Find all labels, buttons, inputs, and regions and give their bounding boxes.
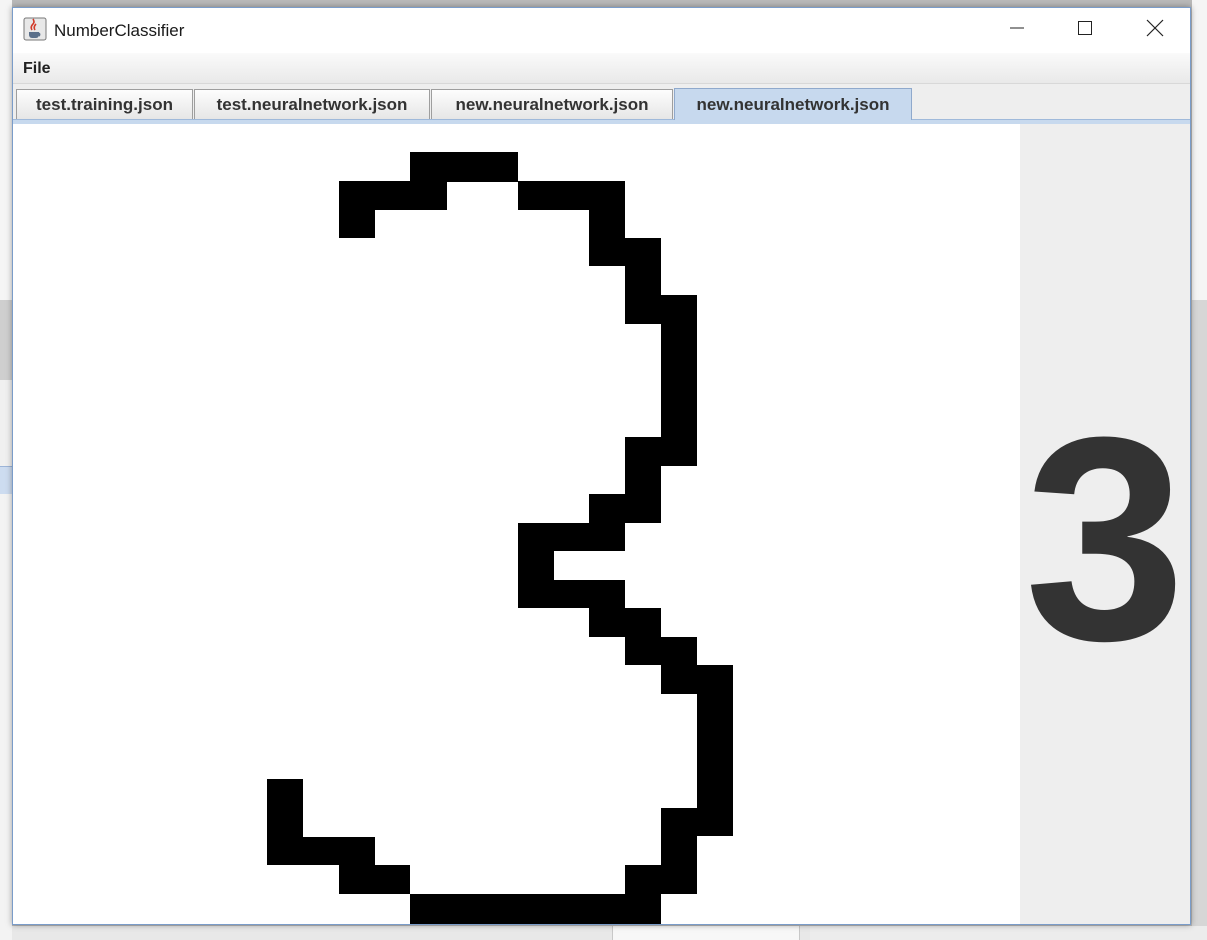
tab-label: new.neuralnetwork.json: [455, 94, 649, 114]
tab-strip: test.training.json test.neuralnetwork.js…: [13, 84, 1190, 124]
background-window-left-panel: [0, 300, 12, 380]
predicted-digit: 3: [1024, 377, 1186, 701]
drawing-canvas[interactable]: [13, 124, 1020, 924]
background-window-left-area: [0, 380, 12, 470]
app-window: NumberClassifier File test.training.json…: [12, 7, 1191, 925]
tab-test-neuralnetwork[interactable]: test.neuralnetwork.json: [194, 89, 430, 119]
minimize-icon: [1009, 20, 1025, 41]
menu-file[interactable]: File: [23, 60, 51, 78]
title-bar[interactable]: NumberClassifier: [13, 8, 1190, 53]
maximize-button[interactable]: [1051, 8, 1119, 53]
tab-label: new.neuralnetwork.json: [696, 94, 890, 114]
tab-test-training[interactable]: test.training.json: [16, 89, 193, 119]
menu-bar: File: [13, 53, 1190, 84]
tab-new-neuralnetwork-2[interactable]: new.neuralnetwork.json: [674, 88, 912, 120]
java-coffee-cup-icon: [23, 17, 47, 41]
minimize-button[interactable]: [983, 8, 1051, 53]
close-icon: [1146, 19, 1164, 42]
background-window-left-lower: [0, 494, 12, 940]
maximize-icon: [1077, 20, 1093, 41]
tab-label: test.training.json: [36, 94, 173, 114]
tab-label: test.neuralnetwork.json: [216, 94, 408, 114]
window-title: NumberClassifier: [54, 21, 185, 40]
background-window-bottom-right: [810, 926, 1207, 940]
background-window-bottom-box: [612, 926, 800, 940]
background-window-right: [1192, 0, 1207, 300]
close-button[interactable]: [1121, 8, 1189, 53]
background-window-left-selection: [0, 466, 12, 496]
pixel-digit-drawing: [267, 152, 733, 924]
tab-content: 3: [13, 124, 1190, 924]
background-window-left: [0, 0, 12, 300]
prediction-panel: 3: [1020, 124, 1190, 924]
tab-new-neuralnetwork-1[interactable]: new.neuralnetwork.json: [431, 89, 673, 119]
digit-strokes: [267, 152, 733, 924]
background-window-right-lower: [1192, 300, 1207, 940]
